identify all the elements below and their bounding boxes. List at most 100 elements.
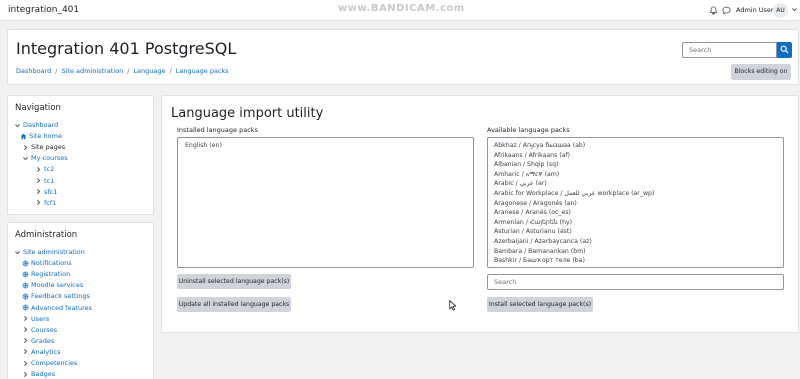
- nav-item-site-pages[interactable]: Site pages: [22, 142, 65, 152]
- admin-item-label: Users: [31, 314, 50, 323]
- gear-icon: [22, 282, 29, 289]
- navigation-block-title: Navigation: [15, 103, 61, 113]
- language-option[interactable]: Arabic / عربي (ar): [488, 179, 783, 189]
- admin-item-label: Notifications: [31, 259, 72, 268]
- admin-item-grades[interactable]: Grades: [22, 336, 54, 346]
- admin-item-notifications[interactable]: Notifications: [22, 258, 72, 268]
- chevron-down-icon: [22, 155, 29, 162]
- nav-item-label: My courses: [31, 154, 68, 163]
- chevron-right-icon: [22, 371, 29, 378]
- language-option[interactable]: English (en): [178, 141, 473, 151]
- blocks-editing-button[interactable]: Blocks editing on: [731, 64, 791, 80]
- available-packs-listbox[interactable]: Abkhaz / Аҧсуа бызшәа (ab) Afrikaans / Af…: [487, 137, 784, 268]
- language-option[interactable]: Albanian / Shqip (sq): [488, 160, 783, 170]
- breadcrumb-separator: /: [127, 67, 130, 75]
- nav-item-my-courses[interactable]: My courses: [22, 153, 68, 163]
- nav-item-fcf1[interactable]: fcf1: [35, 198, 56, 208]
- language-option[interactable]: Azerbaijani / Azərbaycanca (az): [488, 237, 783, 247]
- header-search-input[interactable]: Search: [682, 42, 777, 58]
- available-packs-label: Available language packs: [487, 126, 570, 134]
- recording-watermark: www.BANDICAM.com: [338, 3, 465, 14]
- chevron-right-icon: [35, 199, 42, 206]
- admin-item-label: Courses: [31, 325, 58, 334]
- admin-item-competencies[interactable]: Competencies: [22, 358, 77, 368]
- user-menu-name[interactable]: Admin User: [736, 6, 774, 14]
- breadcrumb-language[interactable]: Language: [133, 67, 165, 75]
- admin-item-label: Competencies: [31, 359, 78, 367]
- administration-block-title: Administration: [15, 230, 78, 240]
- search-button[interactable]: [777, 42, 792, 58]
- admin-item-label: Grades: [31, 336, 55, 345]
- language-option[interactable]: Amharic / አማርኛ (am): [488, 170, 783, 180]
- chevron-right-icon: [22, 337, 29, 344]
- admin-item-advanced-features[interactable]: Advanced features: [22, 303, 92, 313]
- nav-item-dashboard[interactable]: Dashboard: [14, 120, 58, 130]
- nav-item-label: Site home: [29, 132, 62, 141]
- mouse-cursor-icon: [449, 300, 456, 311]
- chevron-right-icon: [22, 144, 29, 151]
- chevron-right-icon: [35, 188, 42, 195]
- site-name[interactable]: integration_401: [8, 5, 79, 15]
- language-option[interactable]: Armenian / Հայերեն (hy): [488, 218, 783, 228]
- installed-packs-listbox[interactable]: English (en): [177, 137, 474, 268]
- main-heading: Language import utility: [171, 106, 324, 121]
- admin-item-badges[interactable]: Badges: [22, 369, 55, 379]
- breadcrumb-separator: /: [55, 67, 58, 75]
- language-option[interactable]: Arabic for Workplace / عربي للعمل workpl…: [488, 189, 783, 199]
- installed-packs-label: Installed language packs: [177, 126, 258, 134]
- admin-item-label: Analytics: [31, 347, 61, 356]
- install-button[interactable]: Install selected language pack(s): [487, 297, 593, 312]
- bell-icon[interactable]: [709, 6, 718, 15]
- language-option[interactable]: Afrikaans / Afrikaans (af): [488, 151, 783, 161]
- admin-item-analytics[interactable]: Analytics: [22, 347, 61, 357]
- nav-item-tc1[interactable]: tc1: [35, 176, 54, 186]
- language-option[interactable]: Bashkir / Башҡорт теле (ba): [488, 256, 783, 266]
- admin-item-courses[interactable]: Courses: [22, 325, 57, 335]
- admin-item-label: Moodle services: [31, 281, 84, 290]
- nav-item-sfc1[interactable]: sfc1: [35, 187, 57, 197]
- chevron-right-icon: [22, 348, 29, 355]
- gear-icon: [22, 271, 29, 278]
- chevron-right-icon: [22, 315, 29, 322]
- nav-item-label: fcf1: [44, 198, 57, 207]
- admin-item-feedback-settings[interactable]: Feedback settings: [22, 291, 90, 301]
- nav-item-label: tc1: [44, 176, 55, 185]
- chevron-right-icon: [22, 360, 29, 367]
- admin-item-label: Badges: [31, 370, 56, 379]
- breadcrumb-language-packs[interactable]: Language packs: [176, 67, 229, 75]
- admin-item-moodle-services[interactable]: Moodle services: [22, 280, 83, 290]
- nav-item-label: sfc1: [44, 187, 58, 196]
- nav-item-label: Site pages: [31, 143, 66, 152]
- admin-item-site-administration[interactable]: Site administration: [14, 247, 85, 257]
- gear-icon: [22, 260, 29, 267]
- language-option[interactable]: Bambara / Bamanankan (bm): [488, 247, 783, 257]
- chevron-right-icon: [35, 177, 42, 184]
- available-packs-search-input[interactable]: Search: [487, 274, 784, 290]
- admin-item-label: Advanced features: [31, 303, 93, 312]
- language-option[interactable]: Asturian / Asturianu (ast): [488, 227, 783, 237]
- nav-item-label: tc2: [44, 165, 55, 174]
- chevron-right-icon: [35, 166, 42, 173]
- avatar[interactable]: AU: [773, 3, 788, 18]
- update-all-button[interactable]: Update all installed language packs: [177, 297, 291, 312]
- language-option[interactable]: Aranese / Aranés (oc_es): [488, 208, 783, 218]
- nav-item-site-home[interactable]: Site home: [20, 131, 62, 141]
- breadcrumb: Dashboard / Site administration / Language / L…: [16, 67, 229, 75]
- search-icon: [780, 45, 789, 54]
- gear-icon: [22, 304, 29, 311]
- page-title: Integration 401 PostgreSQL: [16, 39, 237, 58]
- message-icon[interactable]: [722, 6, 731, 15]
- administration-block: Administration Site administration Notifi…: [7, 222, 154, 379]
- admin-item-label: Site administration: [23, 248, 85, 256]
- admin-item-users[interactable]: Users: [22, 314, 49, 324]
- nav-item-tc2[interactable]: tc2: [35, 164, 54, 174]
- uninstall-button[interactable]: Uninstall selected language pack(s): [177, 274, 291, 289]
- top-navbar: integration_401 www.BANDICAM.com Admin U…: [0, 0, 800, 21]
- admin-item-registration[interactable]: Registration: [22, 269, 70, 279]
- language-option[interactable]: Aragonese / Aragonés (an): [488, 199, 783, 209]
- chevron-down-icon[interactable]: [791, 6, 798, 13]
- breadcrumb-site-administration[interactable]: Site administration: [61, 67, 123, 75]
- breadcrumb-dashboard[interactable]: Dashboard: [16, 67, 51, 75]
- page-header: Integration 401 PostgreSQL Dashboard / Sit…: [7, 29, 799, 85]
- language-option[interactable]: Abkhaz / Аҧсуа бызшәа (ab): [488, 141, 783, 151]
